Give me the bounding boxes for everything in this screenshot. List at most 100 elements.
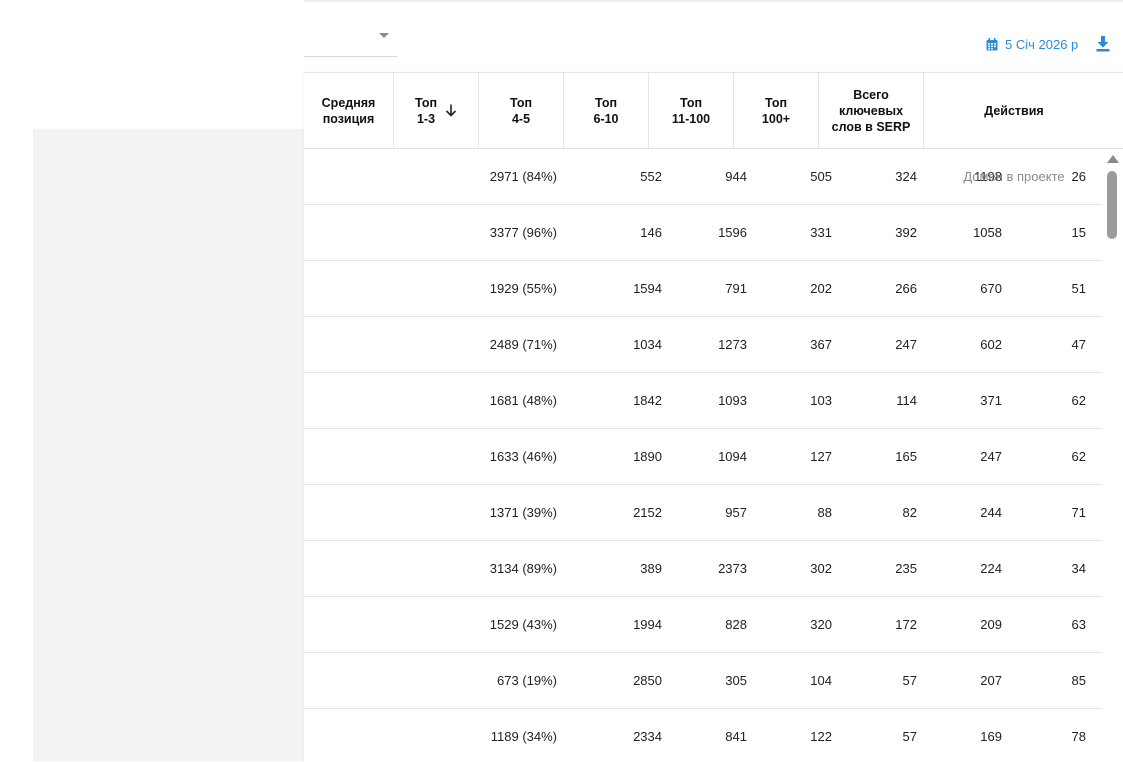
cell-t100p: 1842 xyxy=(633,393,662,408)
cell-total: 1529 (43%) xyxy=(489,617,557,632)
cell-t610: 104 xyxy=(810,673,832,688)
cell-t11100: 1596 xyxy=(718,225,747,240)
cell-t45: 57 xyxy=(902,729,917,744)
cell-total: 2489 (71%) xyxy=(489,337,557,352)
topbar-divider xyxy=(304,0,1123,3)
cell-t45: 165 xyxy=(895,449,917,464)
cell-action xyxy=(924,653,1104,708)
cell-t11100: 957 xyxy=(725,505,747,520)
cell-t610: 320 xyxy=(810,617,832,632)
cell-t610: 127 xyxy=(810,449,832,464)
cell-action: Домен в проекте xyxy=(963,169,1065,184)
table-row[interactable]: 78 169 57 122 841 2334 1189 (34%) xyxy=(304,709,1102,762)
cell-t610: 88 xyxy=(817,505,832,520)
cell-total: 3134 (89%) xyxy=(489,561,557,576)
cell-t100p: 146 xyxy=(640,225,662,240)
table-body: 26 1198 324 505 944 552 2971 (84%) Домен в прое… xyxy=(304,149,1102,762)
cell-t45: 235 xyxy=(895,561,917,576)
scrollbar-thumb[interactable] xyxy=(1107,171,1117,239)
vertical-scrollbar[interactable] xyxy=(1102,149,1123,762)
cell-t610: 505 xyxy=(810,169,832,184)
cell-t11100: 791 xyxy=(725,281,747,296)
column-header-top-1-3[interactable]: Топ 1-3 xyxy=(394,73,479,148)
cell-t610: 367 xyxy=(810,337,832,352)
keywords-table: Средняя позиция Топ 1-3 Топ 4-5 Топ 6-10… xyxy=(304,72,1123,762)
cell-action xyxy=(924,485,1104,540)
cell-t45: 324 xyxy=(895,169,917,184)
cell-t45: 114 xyxy=(896,393,917,408)
cell-t45: 57 xyxy=(902,673,917,688)
date-picker-button[interactable]: 5 Січ 2026 р xyxy=(986,35,1078,53)
cell-t100p: 2334 xyxy=(633,729,662,744)
column-header-top-100-plus[interactable]: Топ 100+ xyxy=(734,73,819,148)
cell-t45: 247 xyxy=(895,337,917,352)
table-row[interactable]: 71 244 82 88 957 2152 1371 (39%) xyxy=(304,485,1102,541)
cell-total: 1189 (34%) xyxy=(490,729,557,744)
cell-t11100: 828 xyxy=(725,617,747,632)
cell-t11100: 305 xyxy=(725,673,747,688)
cell-t610: 202 xyxy=(810,281,832,296)
cell-t100p: 1994 xyxy=(633,617,662,632)
caret-down-icon[interactable] xyxy=(379,33,389,38)
cell-t610: 122 xyxy=(810,729,832,744)
cell-action xyxy=(924,261,1104,316)
table-row[interactable]: 62 247 165 127 1094 1890 1633 (46%) xyxy=(304,429,1102,485)
table-row[interactable]: 26 1198 324 505 944 552 2971 (84%) Домен в прое… xyxy=(304,149,1102,205)
cell-action xyxy=(924,541,1104,596)
cell-t100p: 2850 xyxy=(633,673,662,688)
cell-t11100: 1093 xyxy=(718,393,747,408)
calendar-icon xyxy=(986,37,998,50)
side-panel xyxy=(33,129,304,761)
cell-action xyxy=(924,429,1104,484)
cell-t100p: 2152 xyxy=(633,505,662,520)
table-row[interactable]: 34 224 235 302 2373 389 3134 (89%) xyxy=(304,541,1102,597)
cell-action xyxy=(924,709,1104,762)
column-header-total-serp[interactable]: Всего ключевых слов в SERP xyxy=(819,73,924,148)
cell-total: 1681 (48%) xyxy=(489,393,557,408)
table-row[interactable]: 51 670 266 202 791 1594 1929 (55%) xyxy=(304,261,1102,317)
left-gutter xyxy=(0,0,33,761)
table-row[interactable]: 62 371 114 103 1093 1842 1681 (48%) xyxy=(304,373,1102,429)
cell-total: 2971 (84%) xyxy=(489,169,557,184)
column-header-top-11-100[interactable]: Топ 11-100 xyxy=(649,73,734,148)
side-panel-header xyxy=(33,0,304,129)
table-row[interactable]: 85 207 57 104 305 2850 673 (19%) xyxy=(304,653,1102,709)
column-header-top-6-10[interactable]: Топ 6-10 xyxy=(564,73,649,148)
cell-t610: 103 xyxy=(810,393,832,408)
column-header-avg-position[interactable]: Средняя позиция xyxy=(304,73,394,148)
download-icon[interactable] xyxy=(1096,36,1110,52)
cell-action xyxy=(924,205,1104,260)
cell-action xyxy=(924,317,1104,372)
cell-t11100: 1094 xyxy=(718,449,747,464)
date-label: 5 Січ 2026 р xyxy=(1005,36,1079,52)
column-header-actions: Действия xyxy=(984,103,1044,118)
cell-t100p: 552 xyxy=(640,169,662,184)
cell-t11100: 2373 xyxy=(718,561,747,576)
cell-t11100: 944 xyxy=(725,169,747,184)
sort-arrow-down-icon[interactable] xyxy=(445,104,457,117)
table-row[interactable]: 47 602 247 367 1273 1034 2489 (71%) xyxy=(304,317,1102,373)
cell-t45: 82 xyxy=(902,505,917,520)
cell-t45: 172 xyxy=(895,617,917,632)
cell-t100p: 1594 xyxy=(633,281,662,296)
cell-total: 1929 (55%) xyxy=(489,281,557,296)
filter-select[interactable] xyxy=(304,56,397,57)
table-row[interactable]: 15 1058 392 331 1596 146 3377 (96%) xyxy=(304,205,1102,261)
cell-action xyxy=(924,597,1104,652)
cell-total: 3377 (96%) xyxy=(489,225,557,240)
cell-action xyxy=(924,373,1104,428)
cell-t610: 331 xyxy=(810,225,832,240)
cell-t45: 392 xyxy=(895,225,917,240)
column-header-top-4-5[interactable]: Топ 4-5 xyxy=(479,73,564,148)
cell-t45: 266 xyxy=(895,281,917,296)
cell-t100p: 389 xyxy=(640,561,662,576)
table-row[interactable]: 63 209 172 320 828 1994 1529 (43%) xyxy=(304,597,1102,653)
cell-t11100: 841 xyxy=(725,729,747,744)
cell-t610: 302 xyxy=(810,561,832,576)
cell-total: 1371 (39%) xyxy=(489,505,557,520)
cell-total: 673 (19%) xyxy=(497,673,557,688)
cell-t11100: 1273 xyxy=(718,337,747,352)
cell-total: 1633 (46%) xyxy=(489,449,557,464)
cell-t100p: 1034 xyxy=(633,337,662,352)
scroll-up-arrow-icon[interactable] xyxy=(1107,155,1119,163)
